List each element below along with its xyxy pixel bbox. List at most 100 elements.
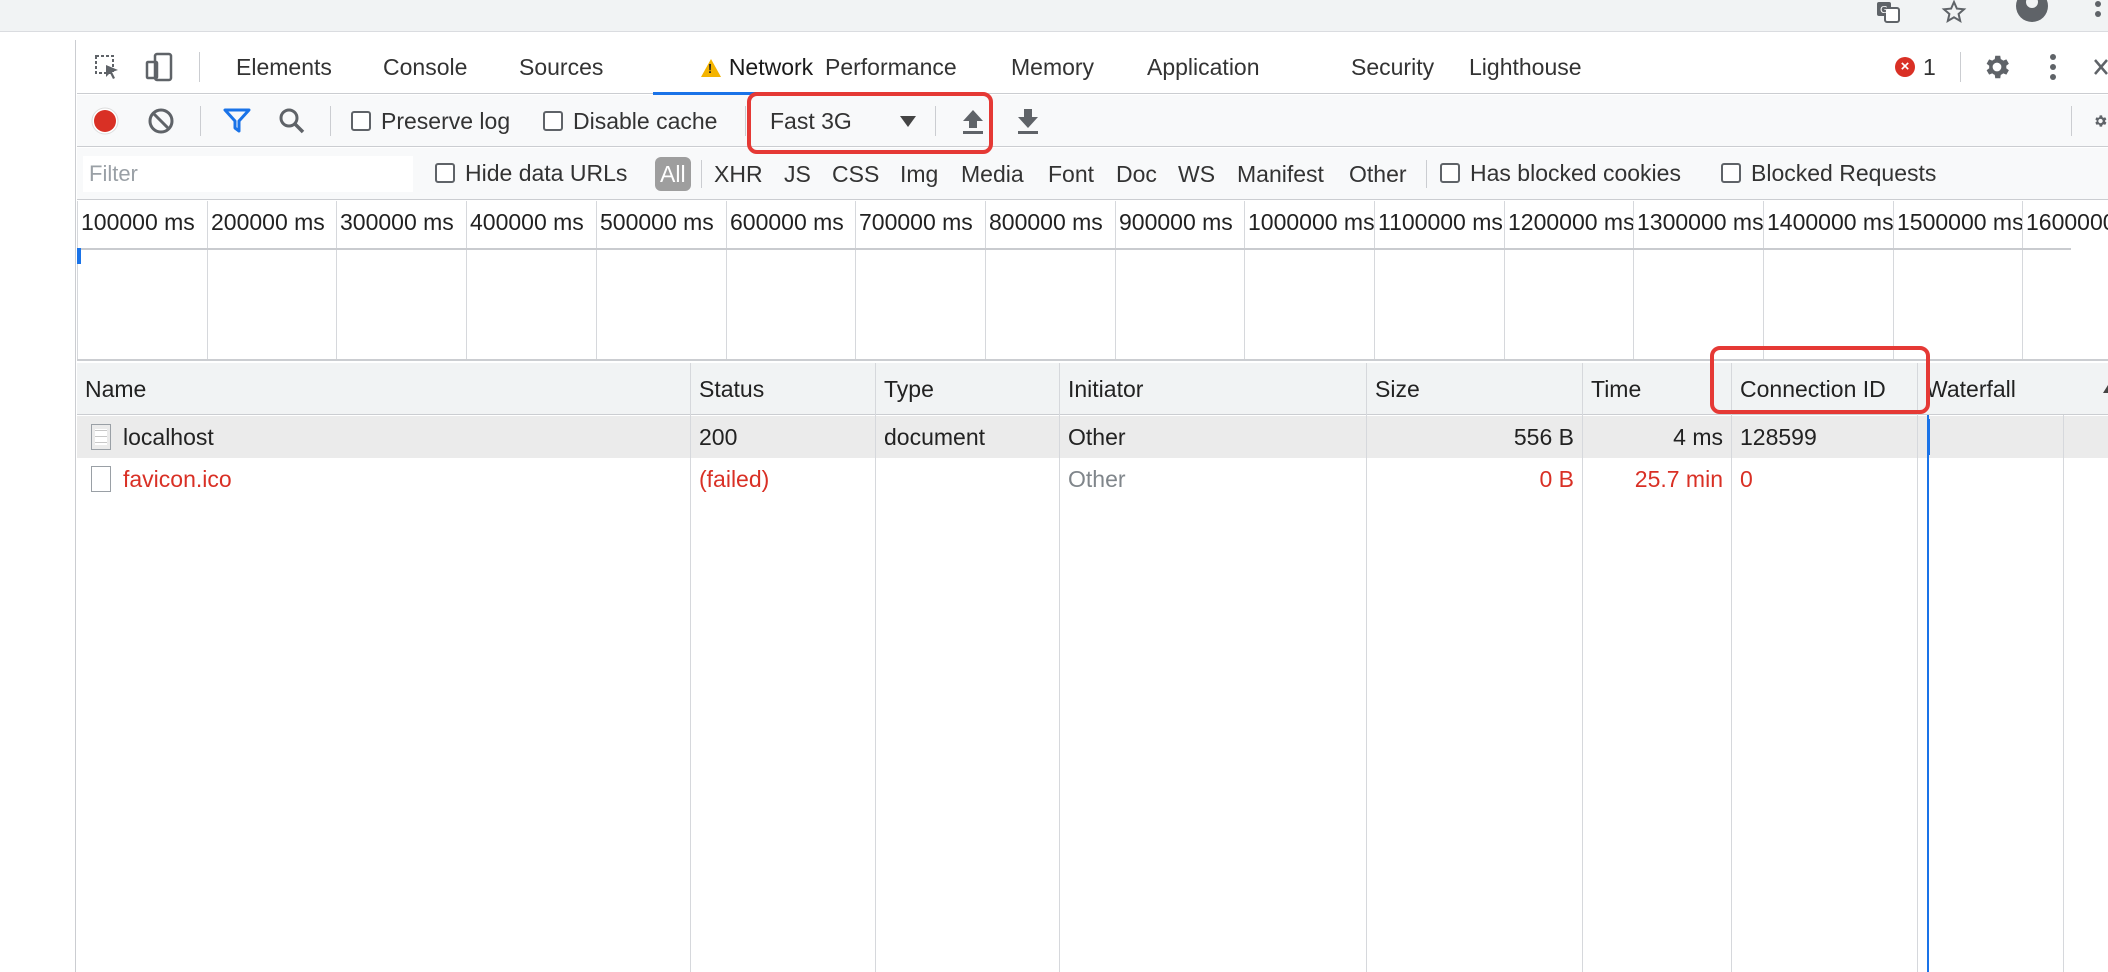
table-row[interactable]: localhost 200 document Other 556 B 4 ms … (77, 416, 2108, 458)
filter-toggle-icon[interactable] (222, 106, 252, 136)
checkbox-box[interactable] (1721, 163, 1741, 183)
checkbox-box[interactable] (1440, 163, 1460, 183)
checkbox-box[interactable] (435, 163, 455, 183)
column-divider[interactable] (1917, 363, 1918, 972)
hide-data-urls-checkbox[interactable]: Hide data URLs (435, 158, 627, 188)
inspect-element-icon[interactable] (92, 52, 122, 82)
tab-label: Console (383, 54, 468, 80)
overview-gridline (336, 201, 337, 359)
cell-status: (failed) (699, 466, 770, 492)
column-header-connection-id[interactable]: Connection ID (1732, 363, 1886, 415)
overview-gridline (2022, 201, 2023, 359)
throttling-select[interactable]: Fast 3G (750, 99, 992, 143)
preserve-log-label: Preserve log (381, 107, 511, 134)
filter-type-doc[interactable]: Doc (1116, 157, 1157, 191)
filter-type-xhr[interactable]: XHR (714, 157, 763, 191)
cell-size: 0 B (1539, 466, 1574, 492)
column-divider[interactable] (690, 363, 691, 972)
blocked-requests-label: Blocked Requests (1751, 159, 1937, 186)
device-toolbar-icon[interactable] (144, 52, 174, 82)
column-divider[interactable] (1731, 363, 1732, 972)
blocked-requests-checkbox[interactable]: Blocked Requests (1721, 158, 1936, 188)
overview-gridline (1763, 201, 1764, 359)
column-header-waterfall[interactable]: Waterfall (1922, 363, 2016, 415)
disable-cache-checkbox[interactable]: Disable cache (543, 106, 717, 136)
tab-sources[interactable]: Sources (519, 40, 603, 94)
overview-gridline (207, 201, 208, 359)
filter-type-img[interactable]: Img (900, 157, 938, 191)
export-har-icon[interactable] (1013, 106, 1043, 136)
filter-type-media[interactable]: Media (961, 157, 1024, 191)
filter-type-font[interactable]: Font (1048, 157, 1094, 191)
import-har-icon[interactable] (958, 106, 988, 136)
divider (330, 106, 331, 136)
filter-type-css[interactable]: CSS (832, 157, 879, 191)
network-toolbar: Preserve log Disable cache Fast 3G (77, 95, 2108, 147)
network-settings-gear-icon[interactable] (2093, 106, 2108, 136)
overview-tick-label: 600000 ms (730, 209, 844, 235)
column-divider[interactable] (1366, 363, 1367, 972)
record-button[interactable] (90, 106, 120, 136)
translate-icon[interactable]: G (1874, 0, 1904, 24)
divider (935, 106, 936, 136)
overview-gridline (1633, 201, 1634, 359)
filter-type-js[interactable]: JS (784, 157, 811, 191)
preserve-log-checkbox[interactable]: Preserve log (351, 106, 510, 136)
cell-name: localhost (123, 424, 214, 450)
error-count: 1 (1923, 53, 1936, 80)
has-blocked-cookies-checkbox[interactable]: Has blocked cookies (1440, 158, 1681, 188)
overview-tick-label: 200000 ms (211, 209, 325, 235)
column-header-status[interactable]: Status (691, 363, 764, 415)
overview-gridline (1244, 201, 1245, 359)
tab-elements[interactable]: Elements (236, 40, 332, 94)
filter-type-all[interactable]: All (655, 157, 691, 191)
browser-menu-icon[interactable] (2090, 0, 2106, 24)
column-divider[interactable] (1059, 363, 1060, 972)
overview-tick-label: 1400000 ms (1767, 209, 1894, 235)
error-icon: × (1895, 57, 1915, 77)
column-header-name[interactable]: Name (77, 363, 146, 415)
search-icon[interactable] (277, 106, 307, 136)
tab-console[interactable]: Console (383, 40, 467, 94)
divider (199, 52, 200, 82)
timeline-overview[interactable]: 100000 ms 200000 ms 300000 ms 400000 ms 5000… (77, 201, 2108, 361)
tab-lighthouse[interactable]: Lighthouse (1469, 40, 1582, 94)
tab-label: Sources (519, 54, 604, 80)
overview-tick-label: 100000 ms (81, 209, 195, 235)
checkbox-box[interactable] (351, 111, 371, 131)
overview-tick-label: 1000000 ms (1248, 209, 1375, 235)
tab-performance[interactable]: Performance (825, 40, 957, 94)
devtools-panel: Elements Console Sources ! Network Perfor… (77, 40, 2108, 972)
overview-tick-label: 800000 ms (989, 209, 1103, 235)
column-divider[interactable] (875, 363, 876, 972)
filter-type-other[interactable]: Other (1349, 157, 1407, 191)
clear-button[interactable] (146, 106, 176, 136)
divider (701, 160, 702, 188)
tab-application[interactable]: Application (1147, 40, 1260, 94)
overview-request-marker (77, 248, 81, 264)
profile-avatar-icon[interactable] (2014, 0, 2050, 24)
cell-name: favicon.ico (123, 466, 232, 492)
overview-gridline (1115, 201, 1116, 359)
close-icon[interactable] (2093, 52, 2108, 82)
column-header-time[interactable]: Time (1583, 363, 1641, 415)
column-divider[interactable] (2063, 415, 2064, 972)
waterfall-bar (1927, 419, 1930, 455)
filter-type-manifest[interactable]: Manifest (1237, 157, 1324, 191)
cell-time: 4 ms (1673, 424, 1723, 450)
settings-gear-icon[interactable] (1982, 52, 2012, 82)
column-header-initiator[interactable]: Initiator (1060, 363, 1143, 415)
error-counter[interactable]: × 1 (1895, 54, 1936, 80)
more-options-icon[interactable] (2038, 52, 2068, 82)
tab-security[interactable]: Security (1351, 40, 1434, 94)
column-header-type[interactable]: Type (876, 363, 934, 415)
bookmark-star-icon[interactable] (1938, 0, 1970, 24)
checkbox-box[interactable] (543, 111, 563, 131)
tab-memory[interactable]: Memory (1011, 40, 1094, 94)
filter-type-ws[interactable]: WS (1178, 157, 1215, 191)
table-row[interactable]: favicon.ico (failed) Other 0 B 25.7 min … (77, 458, 2108, 500)
filter-input[interactable] (83, 156, 413, 192)
column-header-size[interactable]: Size (1367, 363, 1420, 415)
column-divider[interactable] (1582, 363, 1583, 972)
overview-gridline (77, 201, 78, 359)
